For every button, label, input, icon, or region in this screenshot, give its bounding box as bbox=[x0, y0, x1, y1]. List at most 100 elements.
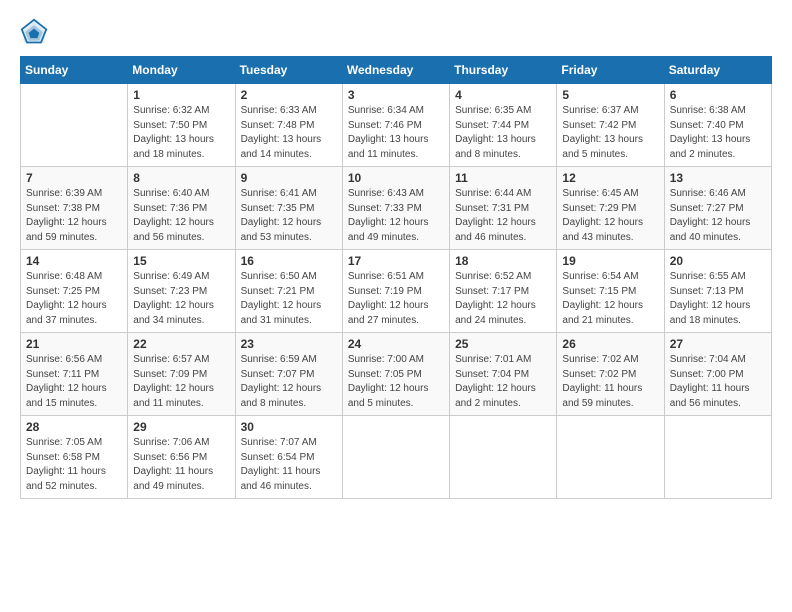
day-number: 4 bbox=[455, 88, 551, 102]
day-info: Sunrise: 7:01 AM Sunset: 7:04 PM Dayligh… bbox=[455, 353, 551, 411]
calendar-cell: 5Sunrise: 6:37 AM Sunset: 7:42 PM Daylig… bbox=[557, 84, 664, 167]
week-row-5: 28 Sunrise: 7:05 AM Sunset: 6:58 PM Dayli… bbox=[21, 416, 772, 499]
calendar-cell: 22 Sunrise: 6:57 AM Sunset: 7:09 PM Dayli… bbox=[128, 333, 235, 416]
day-info: Sunrise: 6:48 AM Sunset: 7:25 PM Dayligh… bbox=[26, 270, 122, 328]
calendar-cell: 11 Sunrise: 6:44 AM Sunset: 7:31 PM Dayli… bbox=[450, 167, 557, 250]
day-number: 10 bbox=[348, 171, 444, 185]
day-info: Sunrise: 6:33 AM Sunset: 7:48 PM Dayligh… bbox=[241, 104, 337, 162]
day-info: Sunrise: 6:44 AM Sunset: 7:31 PM Dayligh… bbox=[455, 187, 551, 245]
day-info: Sunrise: 7:05 AM Sunset: 6:58 PM Dayligh… bbox=[26, 436, 122, 494]
calendar-cell bbox=[557, 416, 664, 499]
day-info: Sunrise: 6:51 AM Sunset: 7:19 PM Dayligh… bbox=[348, 270, 444, 328]
day-number: 2 bbox=[241, 88, 337, 102]
calendar-cell: 20 Sunrise: 6:55 AM Sunset: 7:13 PM Dayli… bbox=[664, 250, 771, 333]
calendar-cell: 29 Sunrise: 7:06 AM Sunset: 6:56 PM Dayli… bbox=[128, 416, 235, 499]
day-info: Sunrise: 6:59 AM Sunset: 7:07 PM Dayligh… bbox=[241, 353, 337, 411]
day-info: Sunrise: 6:56 AM Sunset: 7:11 PM Dayligh… bbox=[26, 353, 122, 411]
weekday-header-saturday: Saturday bbox=[664, 57, 771, 84]
weekday-header-tuesday: Tuesday bbox=[235, 57, 342, 84]
calendar-cell: 16 Sunrise: 6:50 AM Sunset: 7:21 PM Dayli… bbox=[235, 250, 342, 333]
calendar-cell: 12 Sunrise: 6:45 AM Sunset: 7:29 PM Dayli… bbox=[557, 167, 664, 250]
day-info: Sunrise: 6:41 AM Sunset: 7:35 PM Dayligh… bbox=[241, 187, 337, 245]
day-number: 26 bbox=[562, 337, 658, 351]
day-info: Sunrise: 6:38 AM Sunset: 7:40 PM Dayligh… bbox=[670, 104, 766, 162]
day-number: 11 bbox=[455, 171, 551, 185]
calendar-cell: 8Sunrise: 6:40 AM Sunset: 7:36 PM Daylig… bbox=[128, 167, 235, 250]
calendar-cell: 3 Sunrise: 6:34 AM Sunset: 7:46 PM Daylig… bbox=[342, 84, 449, 167]
day-number: 24 bbox=[348, 337, 444, 351]
day-number: 16 bbox=[241, 254, 337, 268]
weekday-header-monday: Monday bbox=[128, 57, 235, 84]
day-info: Sunrise: 6:45 AM Sunset: 7:29 PM Dayligh… bbox=[562, 187, 658, 245]
day-info: Sunrise: 6:40 AM Sunset: 7:36 PM Dayligh… bbox=[133, 187, 229, 245]
day-info: Sunrise: 6:43 AM Sunset: 7:33 PM Dayligh… bbox=[348, 187, 444, 245]
day-info: Sunrise: 7:02 AM Sunset: 7:02 PM Dayligh… bbox=[562, 353, 658, 411]
calendar-cell bbox=[450, 416, 557, 499]
calendar-cell: 7Sunrise: 6:39 AM Sunset: 7:38 PM Daylig… bbox=[21, 167, 128, 250]
day-info: Sunrise: 6:39 AM Sunset: 7:38 PM Dayligh… bbox=[26, 187, 122, 245]
calendar-cell: 4 Sunrise: 6:35 AM Sunset: 7:44 PM Daylig… bbox=[450, 84, 557, 167]
calendar-cell: 6 Sunrise: 6:38 AM Sunset: 7:40 PM Daylig… bbox=[664, 84, 771, 167]
day-number: 12 bbox=[562, 171, 658, 185]
weekday-header-wednesday: Wednesday bbox=[342, 57, 449, 84]
day-number: 20 bbox=[670, 254, 766, 268]
day-number: 1 bbox=[133, 88, 229, 102]
calendar-cell: 13 Sunrise: 6:46 AM Sunset: 7:27 PM Dayli… bbox=[664, 167, 771, 250]
calendar-cell: 14 Sunrise: 6:48 AM Sunset: 7:25 PM Dayli… bbox=[21, 250, 128, 333]
day-number: 25 bbox=[455, 337, 551, 351]
day-info: Sunrise: 7:07 AM Sunset: 6:54 PM Dayligh… bbox=[241, 436, 337, 494]
day-number: 21 bbox=[26, 337, 122, 351]
calendar-cell: 15 Sunrise: 6:49 AM Sunset: 7:23 PM Dayli… bbox=[128, 250, 235, 333]
day-number: 27 bbox=[670, 337, 766, 351]
day-info: Sunrise: 7:06 AM Sunset: 6:56 PM Dayligh… bbox=[133, 436, 229, 494]
calendar-cell bbox=[664, 416, 771, 499]
week-row-2: 7Sunrise: 6:39 AM Sunset: 7:38 PM Daylig… bbox=[21, 167, 772, 250]
calendar-cell: 1 Sunrise: 6:32 AM Sunset: 7:50 PM Daylig… bbox=[128, 84, 235, 167]
day-number: 23 bbox=[241, 337, 337, 351]
day-info: Sunrise: 6:57 AM Sunset: 7:09 PM Dayligh… bbox=[133, 353, 229, 411]
week-row-4: 21 Sunrise: 6:56 AM Sunset: 7:11 PM Dayli… bbox=[21, 333, 772, 416]
week-row-3: 14 Sunrise: 6:48 AM Sunset: 7:25 PM Dayli… bbox=[21, 250, 772, 333]
calendar-cell: 21 Sunrise: 6:56 AM Sunset: 7:11 PM Dayli… bbox=[21, 333, 128, 416]
calendar-cell bbox=[342, 416, 449, 499]
weekday-header-row: SundayMondayTuesdayWednesdayThursdayFrid… bbox=[21, 57, 772, 84]
day-number: 15 bbox=[133, 254, 229, 268]
calendar-cell: 17Sunrise: 6:51 AM Sunset: 7:19 PM Dayli… bbox=[342, 250, 449, 333]
calendar-cell: 2 Sunrise: 6:33 AM Sunset: 7:48 PM Daylig… bbox=[235, 84, 342, 167]
day-info: Sunrise: 6:54 AM Sunset: 7:15 PM Dayligh… bbox=[562, 270, 658, 328]
calendar-cell: 24 Sunrise: 7:00 AM Sunset: 7:05 PM Dayli… bbox=[342, 333, 449, 416]
calendar-cell: 30 Sunrise: 7:07 AM Sunset: 6:54 PM Dayli… bbox=[235, 416, 342, 499]
day-number: 6 bbox=[670, 88, 766, 102]
calendar-table: SundayMondayTuesdayWednesdayThursdayFrid… bbox=[20, 56, 772, 499]
calendar-cell: 28 Sunrise: 7:05 AM Sunset: 6:58 PM Dayli… bbox=[21, 416, 128, 499]
day-number: 29 bbox=[133, 420, 229, 434]
header bbox=[20, 18, 772, 46]
calendar-cell: 10 Sunrise: 6:43 AM Sunset: 7:33 PM Dayli… bbox=[342, 167, 449, 250]
day-info: Sunrise: 6:35 AM Sunset: 7:44 PM Dayligh… bbox=[455, 104, 551, 162]
day-info: Sunrise: 6:50 AM Sunset: 7:21 PM Dayligh… bbox=[241, 270, 337, 328]
day-number: 22 bbox=[133, 337, 229, 351]
day-number: 3 bbox=[348, 88, 444, 102]
day-number: 30 bbox=[241, 420, 337, 434]
day-info: Sunrise: 6:46 AM Sunset: 7:27 PM Dayligh… bbox=[670, 187, 766, 245]
day-info: Sunrise: 6:52 AM Sunset: 7:17 PM Dayligh… bbox=[455, 270, 551, 328]
day-number: 13 bbox=[670, 171, 766, 185]
day-number: 14 bbox=[26, 254, 122, 268]
calendar-cell: 19Sunrise: 6:54 AM Sunset: 7:15 PM Dayli… bbox=[557, 250, 664, 333]
day-number: 28 bbox=[26, 420, 122, 434]
day-info: Sunrise: 7:00 AM Sunset: 7:05 PM Dayligh… bbox=[348, 353, 444, 411]
day-number: 18 bbox=[455, 254, 551, 268]
day-info: Sunrise: 6:32 AM Sunset: 7:50 PM Dayligh… bbox=[133, 104, 229, 162]
logo-icon bbox=[20, 18, 48, 46]
calendar-cell: 27 Sunrise: 7:04 AM Sunset: 7:00 PM Dayli… bbox=[664, 333, 771, 416]
calendar-cell bbox=[21, 84, 128, 167]
day-info: Sunrise: 6:34 AM Sunset: 7:46 PM Dayligh… bbox=[348, 104, 444, 162]
day-info: Sunrise: 6:55 AM Sunset: 7:13 PM Dayligh… bbox=[670, 270, 766, 328]
day-info: Sunrise: 6:49 AM Sunset: 7:23 PM Dayligh… bbox=[133, 270, 229, 328]
calendar-cell: 9Sunrise: 6:41 AM Sunset: 7:35 PM Daylig… bbox=[235, 167, 342, 250]
calendar-cell: 23 Sunrise: 6:59 AM Sunset: 7:07 PM Dayli… bbox=[235, 333, 342, 416]
weekday-header-thursday: Thursday bbox=[450, 57, 557, 84]
calendar-page: SundayMondayTuesdayWednesdayThursdayFrid… bbox=[0, 0, 792, 612]
day-info: Sunrise: 7:04 AM Sunset: 7:00 PM Dayligh… bbox=[670, 353, 766, 411]
day-number: 5 bbox=[562, 88, 658, 102]
